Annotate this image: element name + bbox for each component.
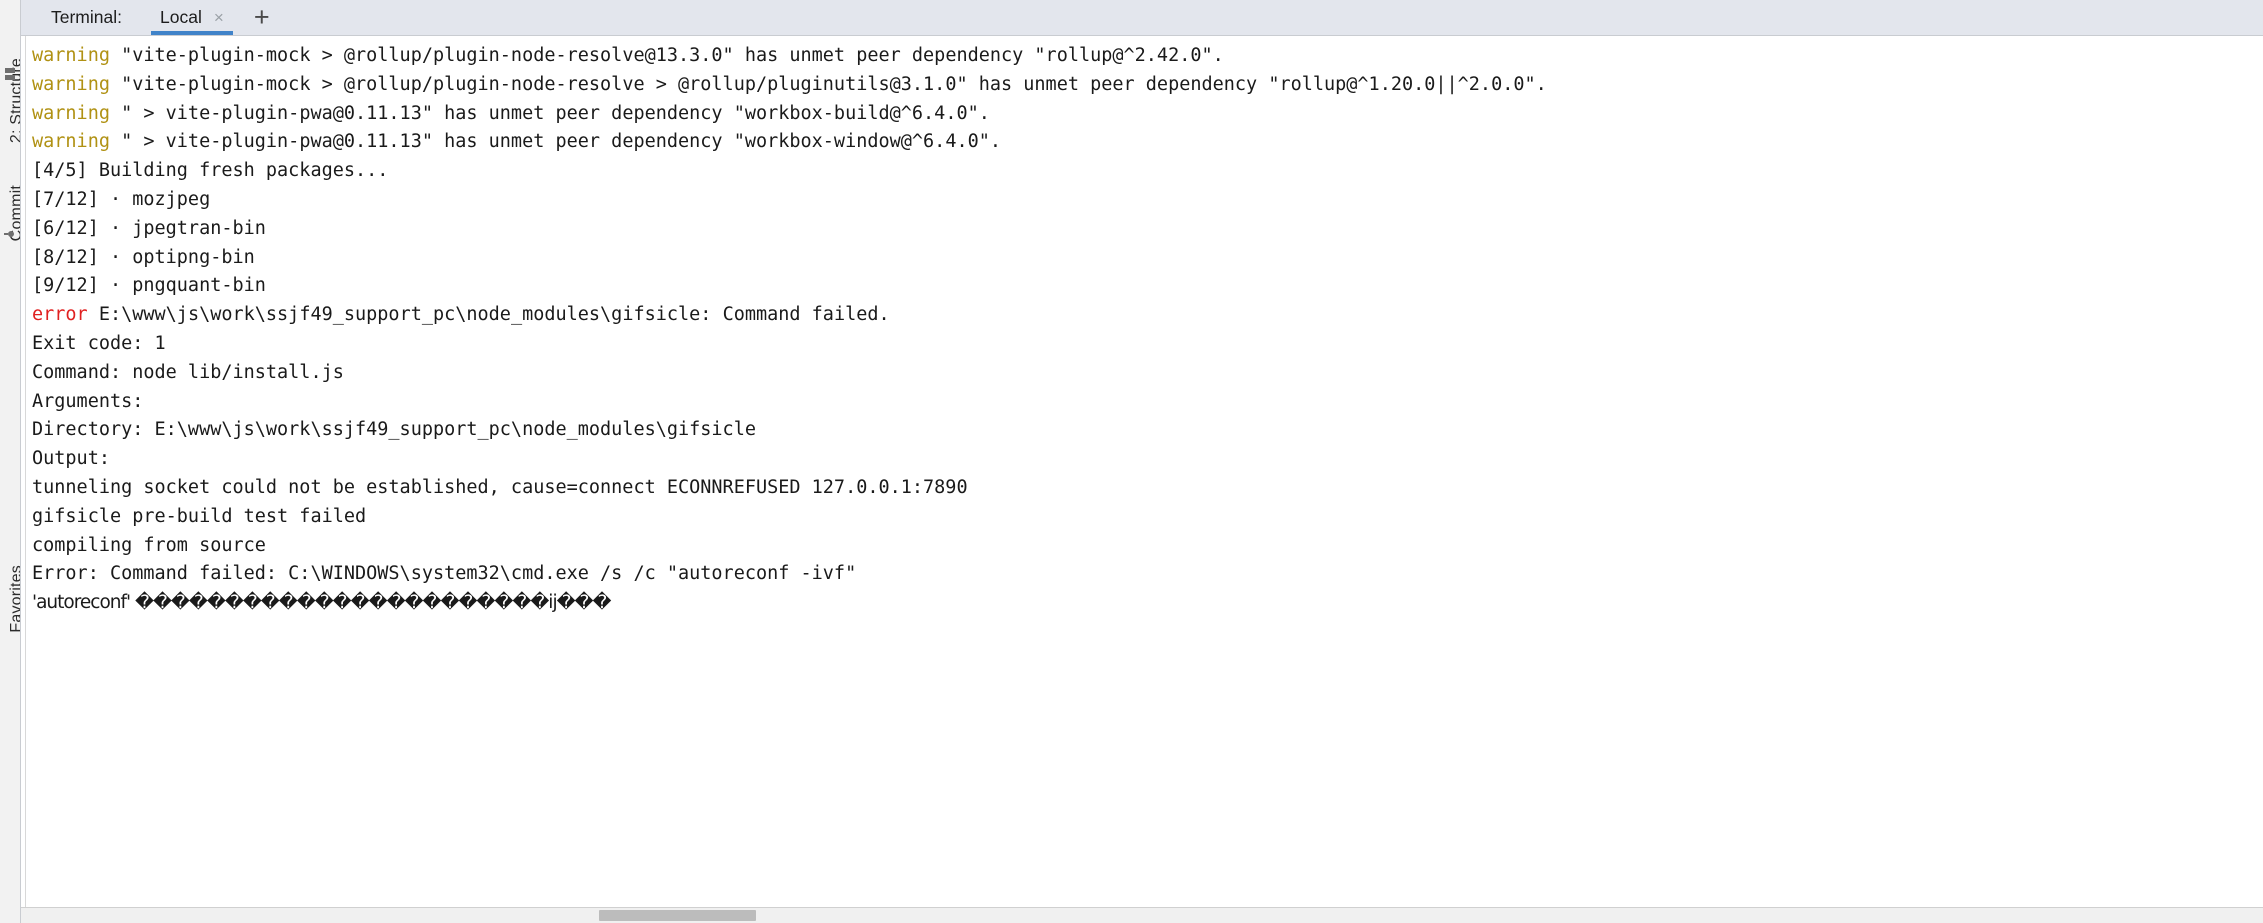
terminal-tabbar: Terminal: Local × + bbox=[21, 0, 2263, 36]
warning-label: warning bbox=[32, 45, 110, 66]
terminal-line: Output: bbox=[32, 445, 2263, 474]
terminal-line: error E:\www\js\work\ssjf49_support_pc\n… bbox=[32, 301, 2263, 330]
terminal-line: Command: node lib/install.js bbox=[32, 359, 2263, 388]
terminal-body: warning "vite-plugin-mock > @rollup/plug… bbox=[21, 36, 2263, 907]
add-tab-icon[interactable]: + bbox=[240, 0, 284, 35]
tool-window-stripe: 2: Structure Commit Favorites bbox=[0, 0, 21, 923]
terminal-line-text: Command: node lib/install.js bbox=[32, 361, 344, 383]
error-label: error bbox=[32, 304, 88, 326]
terminal-line-text: [7/12] · mozjpeg bbox=[32, 188, 211, 210]
tab-local[interactable]: Local × bbox=[144, 0, 240, 35]
sidebar-item-favorites[interactable]: Favorites bbox=[8, 565, 20, 633]
terminal-panel: Terminal: Local × + warning "vite-plugin… bbox=[21, 0, 2263, 923]
terminal-line-text: " > vite-plugin-pwa@0.11.13" has unmet p… bbox=[109, 102, 990, 124]
terminal-line-text: Directory: E:\www\js\work\ssjf49_support… bbox=[32, 419, 756, 441]
terminal-line: tunneling socket could not be establishe… bbox=[32, 474, 2263, 503]
terminal-line: warning "vite-plugin-mock > @rollup/plug… bbox=[32, 71, 2263, 100]
terminal-line: Arguments: bbox=[32, 388, 2263, 417]
terminal-line-text: [6/12] · jpegtran-bin bbox=[32, 217, 266, 239]
terminal-line: compiling from source bbox=[32, 532, 2263, 561]
terminal-line-text: gifsicle pre-build test failed bbox=[32, 505, 367, 527]
terminal-line: [6/12] · jpegtran-bin bbox=[32, 215, 2263, 244]
terminal-line: [4/5] Building fresh packages... bbox=[32, 157, 2263, 186]
scrollbar-thumb[interactable] bbox=[599, 910, 757, 921]
commit-branch-icon bbox=[4, 231, 14, 237]
terminal-line: Error: Command failed: C:\WINDOWS\system… bbox=[32, 560, 2263, 589]
terminal-line-text: Output: bbox=[32, 448, 110, 470]
terminal-line-text: " > vite-plugin-pwa@0.11.13" has unmet p… bbox=[109, 131, 1002, 153]
terminal-line: warning " > vite-plugin-pwa@0.11.13" has… bbox=[32, 128, 2263, 157]
terminal-line-text: 'autoreconf' �����������������������ij��… bbox=[32, 592, 611, 614]
terminal-line-text: Arguments: bbox=[32, 390, 144, 412]
warning-label: warning bbox=[32, 73, 110, 95]
terminal-line: Exit code: 1 bbox=[32, 330, 2263, 359]
horizontal-scrollbar[interactable] bbox=[21, 907, 2263, 923]
terminal-line-text: [4/5] Building fresh packages... bbox=[32, 160, 389, 182]
terminal-line: warning "vite-plugin-mock > @rollup/plug… bbox=[32, 42, 2263, 71]
terminal-line-text: "vite-plugin-mock > @rollup/plugin-node-… bbox=[109, 45, 1224, 66]
tab-local-label: Local bbox=[160, 7, 202, 27]
terminal-title: Terminal: bbox=[51, 7, 122, 27]
terminal-line-text: Exit code: 1 bbox=[32, 332, 166, 354]
terminal-line-text: tunneling socket could not be establishe… bbox=[32, 476, 968, 498]
terminal-line: 'autoreconf' �����������������������ij��… bbox=[32, 589, 2263, 618]
terminal-line-text: compiling from source bbox=[32, 534, 266, 556]
warning-label: warning bbox=[32, 102, 110, 124]
terminal-line: [7/12] · mozjpeg bbox=[32, 186, 2263, 215]
terminal-output[interactable]: warning "vite-plugin-mock > @rollup/plug… bbox=[26, 36, 2263, 907]
terminal-line: Directory: E:\www\js\work\ssjf49_support… bbox=[32, 416, 2263, 445]
close-icon[interactable]: × bbox=[212, 9, 226, 26]
terminal-line-text: Error: Command failed: C:\WINDOWS\system… bbox=[32, 563, 857, 585]
terminal-line-text: [8/12] · optipng-bin bbox=[32, 246, 255, 268]
warning-label: warning bbox=[32, 131, 110, 153]
terminal-line-text: E:\www\js\work\ssjf49_support_pc\node_mo… bbox=[87, 304, 890, 326]
terminal-line: warning " > vite-plugin-pwa@0.11.13" has… bbox=[32, 100, 2263, 129]
terminal-line: [9/12] · pngquant-bin bbox=[32, 272, 2263, 301]
terminal-line-text: [9/12] · pngquant-bin bbox=[32, 275, 266, 297]
terminal-line: gifsicle pre-build test failed bbox=[32, 503, 2263, 532]
terminal-line-text: "vite-plugin-mock > @rollup/plugin-node-… bbox=[109, 73, 1547, 95]
terminal-line: [8/12] · optipng-bin bbox=[32, 244, 2263, 273]
structure-icon bbox=[5, 68, 15, 82]
terminal-tool-window: 2: Structure Commit Favorites Terminal: … bbox=[0, 0, 2263, 923]
